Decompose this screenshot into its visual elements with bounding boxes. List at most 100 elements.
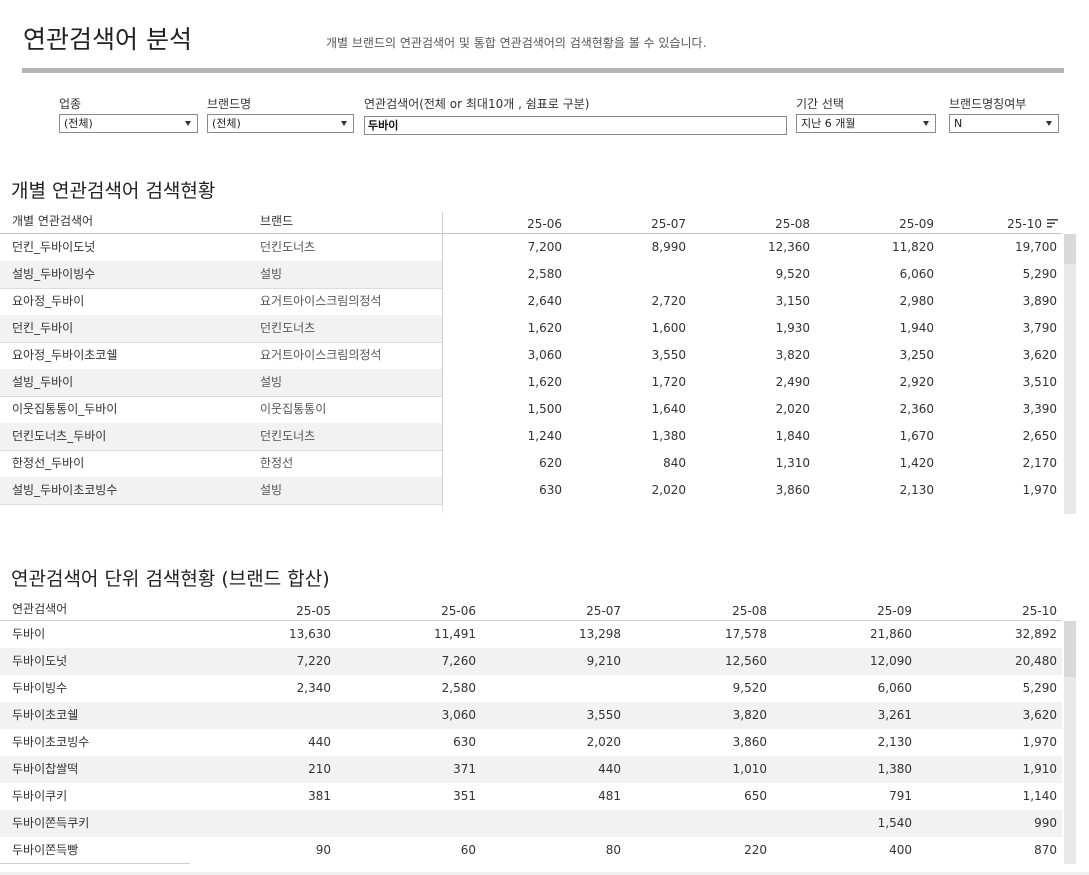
table1-header-brand[interactable]: 브랜드: [260, 212, 293, 230]
table2-header-month[interactable]: 25-09: [877, 602, 912, 620]
table1-header-month[interactable]: 25-10: [1007, 215, 1042, 233]
table-row[interactable]: 던킨도너츠_두바이 던킨도너츠 1,240 1,380 1,840 1,670 2,650: [0, 423, 1062, 450]
value-cell: 3,550: [586, 708, 621, 722]
keyword-cell: 설빙_두바이초코빙수: [12, 483, 118, 497]
value-cell: 20,480: [1015, 654, 1057, 668]
table2-header-month[interactable]: 25-08: [732, 602, 767, 620]
table1-overflow-fade: [0, 504, 1062, 514]
table-row[interactable]: 두바이빙수 2,340 2,580 9,520 6,060 5,290: [0, 675, 1062, 702]
keyword-cell: 던킨_두바이도넛: [12, 240, 96, 254]
keyword-cell: 이웃집통통이_두바이: [12, 402, 118, 416]
table-row[interactable]: 한정선_두바이 한정선 620 840 1,310 1,420 2,170: [0, 450, 1062, 477]
value-cell: 1,140: [1022, 789, 1057, 803]
table-row[interactable]: 두바이초코빙수 440 630 2,020 3,860 2,130 1,970: [0, 729, 1062, 756]
filter-keyword: 연관검색어(전체 or 최대10개 , 쉼표로 구분): [364, 96, 787, 135]
table1-header-month[interactable]: 25-08: [775, 215, 810, 233]
table2-scroll-thumb[interactable]: [1064, 621, 1076, 677]
value-cell: 3,620: [1022, 708, 1057, 722]
value-cell: 1,540: [877, 816, 912, 830]
keyword-summary-table: 연관검색어 25-05 25-06 25-07 25-08 25-09 25-10 두바이…: [0, 600, 1078, 864]
value-cell: 440: [308, 735, 331, 749]
keyword-cell: 설빙_두바이: [12, 375, 74, 389]
filter-industry-label: 업종: [59, 97, 82, 111]
value-cell: 440: [598, 762, 621, 776]
value-cell: 11,491: [434, 627, 476, 641]
table1-header-month[interactable]: 25-06: [527, 215, 562, 233]
keyword-input[interactable]: [364, 115, 787, 135]
value-cell: 3,060: [527, 348, 562, 362]
table2-header-month[interactable]: 25-05: [296, 602, 331, 620]
brand-name-match-select[interactable]: N: [949, 114, 1059, 133]
value-cell: 12,090: [870, 654, 912, 668]
keyword-cell: 두바이찹쌀떡: [12, 762, 79, 776]
table2-header-month[interactable]: 25-10: [1022, 602, 1057, 620]
table1-scroll-thumb[interactable]: [1064, 234, 1076, 264]
value-cell: 3,390: [1022, 402, 1057, 416]
value-cell: 3,820: [732, 708, 767, 722]
keyword-cell: 두바이쫀득빵: [12, 843, 79, 857]
value-cell: 1,840: [775, 429, 810, 443]
brand-select[interactable]: (전체): [207, 114, 354, 133]
table-row[interactable]: 두바이쿠키 381 351 481 650 791 1,140: [0, 783, 1062, 810]
value-cell: 630: [453, 735, 476, 749]
value-cell: 7,260: [441, 654, 476, 668]
table-row[interactable]: 두바이초코쉘 3,060 3,550 3,820 3,261 3,620: [0, 702, 1062, 729]
table-row[interactable]: 던킨_두바이도넛 던킨도너츠 7,200 8,990 12,360 11,820 19,70…: [0, 234, 1062, 261]
value-cell: 1,380: [877, 762, 912, 776]
value-cell: 12,560: [725, 654, 767, 668]
filter-period: 기간 선택 지난 6 개월: [796, 96, 936, 133]
table-row[interactable]: 요아정_두바이 요거트아이스크림의정석 2,640 2,720 3,150 2,980 3,…: [0, 288, 1062, 315]
table1-header-month[interactable]: 25-09: [899, 215, 934, 233]
table-row[interactable]: 설빙_두바이초코빙수 설빙 630 2,020 3,860 2,130 1,970: [0, 477, 1062, 504]
table-row[interactable]: 두바이찹쌀떡 210 371 440 1,010 1,380 1,910: [0, 756, 1062, 783]
table-row[interactable]: 던킨_두바이 던킨도너츠 1,620 1,600 1,930 1,940 3,790: [0, 315, 1062, 342]
sort-icon[interactable]: [1047, 217, 1058, 228]
value-cell: 1,500: [527, 402, 562, 416]
table-row[interactable]: 설빙_두바이빙수 설빙 2,580 9,520 6,060 5,290: [0, 261, 1062, 288]
brand-cell: 던킨도너츠: [260, 240, 316, 254]
value-cell: 840: [663, 456, 686, 470]
value-cell: 351: [453, 789, 476, 803]
value-cell: 3,550: [651, 348, 686, 362]
value-cell: 630: [539, 483, 562, 497]
value-cell: 3,790: [1022, 321, 1057, 335]
industry-select-value: (전체): [64, 117, 93, 130]
value-cell: 2,580: [527, 267, 562, 281]
table-row[interactable]: 이웃집통통이_두바이 이웃집통통이 1,500 1,640 2,020 2,360 3,39…: [0, 396, 1062, 423]
value-cell: 3,820: [775, 348, 810, 362]
table1-header-keyword[interactable]: 개별 연관검색어: [12, 212, 93, 230]
table-row[interactable]: 두바이 13,630 11,491 13,298 17,578 21,860 32,892: [0, 621, 1062, 648]
keyword-cell: 설빙_두바이빙수: [12, 267, 96, 281]
keyword-cell: 던킨_두바이: [12, 321, 74, 335]
filter-industry: 업종 (전체): [59, 96, 198, 133]
table1-scrollbar[interactable]: [1064, 234, 1076, 514]
industry-select[interactable]: (전체): [59, 114, 198, 133]
brand-select-value: (전체): [212, 117, 241, 130]
table-row[interactable]: 두바이도넛 7,220 7,260 9,210 12,560 12,090 20,480: [0, 648, 1062, 675]
keyword-cell: 요아정_두바이: [12, 294, 85, 308]
period-select[interactable]: 지난 6 개월: [796, 114, 936, 133]
brand-cell: 설빙: [260, 267, 283, 281]
table2-header-month[interactable]: 25-07: [586, 602, 621, 620]
brand-cell: 던킨도너츠: [260, 321, 316, 335]
value-cell: 650: [744, 789, 767, 803]
value-cell: 7,220: [296, 654, 331, 668]
table-row[interactable]: 두바이쫀득빵 90 60 80 220 400 870: [0, 837, 1062, 864]
table-row[interactable]: 설빙_두바이 설빙 1,620 1,720 2,490 2,920 3,510: [0, 369, 1062, 396]
table2-header-month[interactable]: 25-06: [441, 602, 476, 620]
table2-header: 연관검색어 25-05 25-06 25-07 25-08 25-09 25-10: [0, 600, 1062, 621]
keyword-cell: 요아정_두바이초코쉘: [12, 348, 118, 362]
table2-header-keyword[interactable]: 연관검색어: [12, 600, 67, 618]
table-row[interactable]: 요아정_두바이초코쉘 요거트아이스크림의정석 3,060 3,550 3,820 3,25…: [0, 342, 1062, 369]
brand-cell: 한정선: [260, 456, 294, 470]
chevron-down-icon: [341, 121, 347, 126]
keyword-cell: 두바이쿠키: [12, 789, 68, 803]
table-row[interactable]: 두바이쫀득쿠키 1,540 990: [0, 810, 1062, 837]
value-cell: 1,420: [899, 456, 934, 470]
value-cell: 2,640: [527, 294, 562, 308]
value-cell: 1,600: [651, 321, 686, 335]
value-cell: 2,980: [899, 294, 934, 308]
table1-header-month[interactable]: 25-07: [651, 215, 686, 233]
brand-cell: 던킨도너츠: [260, 429, 316, 443]
table2-scrollbar[interactable]: [1064, 621, 1076, 864]
